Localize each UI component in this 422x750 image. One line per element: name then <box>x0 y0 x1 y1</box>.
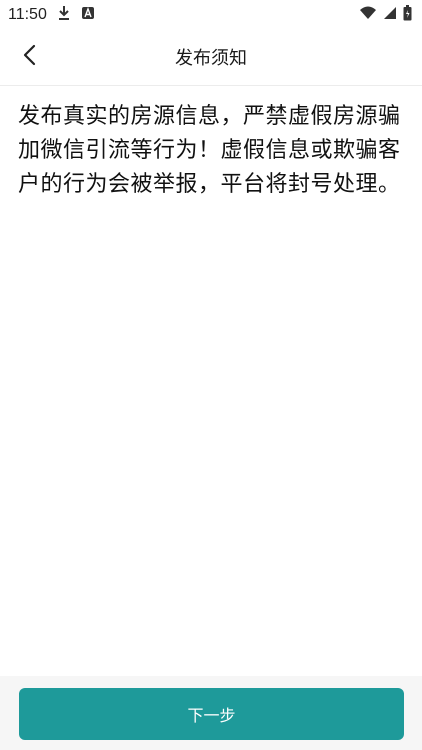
status-bar: 11:50 <box>0 0 422 30</box>
wifi-icon <box>359 6 377 24</box>
status-right <box>359 5 412 25</box>
status-time: 11:50 <box>8 6 47 23</box>
next-button[interactable]: 下一步 <box>19 688 404 740</box>
bottom-area: 下一步 <box>0 676 422 750</box>
signal-icon <box>383 6 397 24</box>
header-divider <box>0 85 422 86</box>
nav-bar: 发布须知 <box>0 30 422 84</box>
battery-icon <box>403 5 412 25</box>
chevron-left-icon <box>22 44 36 70</box>
download-icon <box>57 5 71 25</box>
android-icon <box>81 6 95 24</box>
notice-text: 发布真实的房源信息，严禁虚假房源骗加微信引流等行为！虚假信息或欺骗客户的行为会被… <box>18 104 401 197</box>
back-button[interactable] <box>10 38 48 76</box>
status-left: 11:50 <box>8 5 95 25</box>
page-title: 发布须知 <box>175 48 247 69</box>
